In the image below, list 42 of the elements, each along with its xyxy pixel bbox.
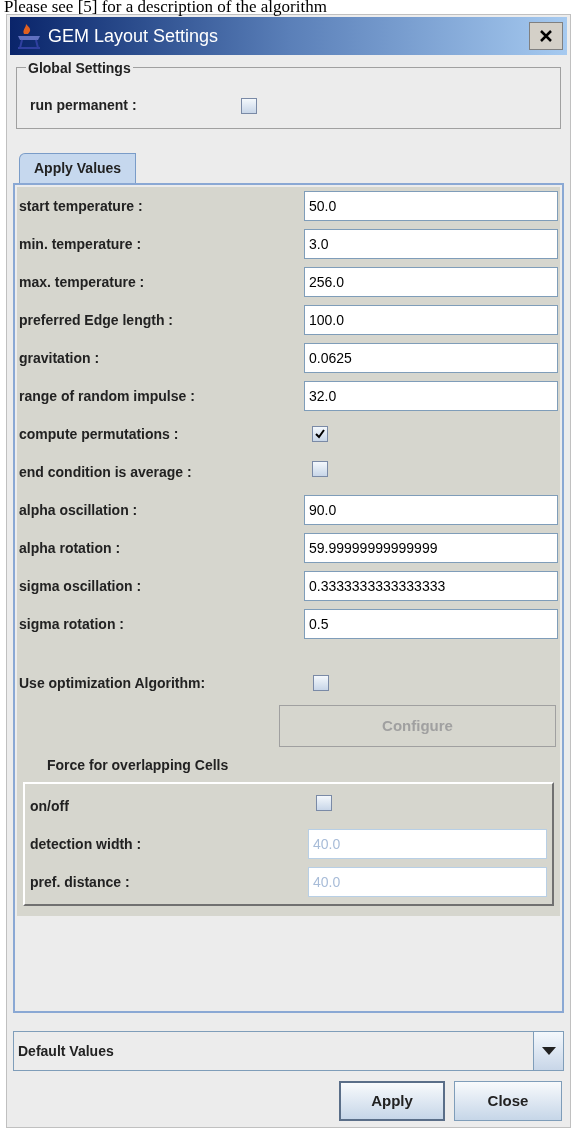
checkmark-icon <box>315 429 325 439</box>
field-label: gravitation : <box>19 348 101 368</box>
page-text: Please see [5] for a description of the algorithm <box>3 0 328 14</box>
text-field[interactable]: 90.0 <box>304 495 558 525</box>
dialog-button[interactable]: Apply <box>339 1081 445 1121</box>
field-label: preferred Edge length : <box>19 310 175 330</box>
close-icon <box>539 29 553 43</box>
text-field[interactable]: 3.0 <box>304 229 558 259</box>
group-title: Force for overlapping Cells <box>46 756 230 775</box>
field-label: run permanent : <box>30 96 138 115</box>
text-field[interactable]: 0.3333333333333333 <box>304 571 558 601</box>
field-label: sigma oscillation : <box>19 576 143 596</box>
field-label: compute permutations : <box>19 424 180 444</box>
field-label: min. temperature : <box>19 234 143 254</box>
field-label: range of random impulse : <box>19 386 196 406</box>
field-label: on/off <box>30 796 70 816</box>
text-field[interactable]: 50.0 <box>304 191 558 221</box>
tab[interactable]: Apply Values <box>19 153 137 183</box>
field-label: alpha rotation : <box>19 538 122 558</box>
preset-dropdown[interactable]: Default Values <box>13 1031 564 1071</box>
field-label: Use optimization Algorithm: <box>19 673 207 693</box>
field-label: sigma rotation : <box>19 614 125 634</box>
field-label: end condition is average : <box>19 462 193 482</box>
checkbox[interactable] <box>312 426 328 442</box>
text-field[interactable]: 0.5 <box>304 609 558 639</box>
field-label: start temperature : <box>19 196 144 216</box>
dialog-button[interactable]: Close <box>454 1081 562 1121</box>
text-field[interactable]: 0.0625 <box>304 343 558 373</box>
checkbox[interactable] <box>241 97 257 114</box>
text-field[interactable]: 32.0 <box>304 381 558 411</box>
checkbox[interactable] <box>316 795 332 811</box>
checkbox[interactable] <box>312 461 328 477</box>
window-title: GEM Layout Settings <box>48 24 220 48</box>
field-label: alpha oscillation : <box>19 500 139 520</box>
checkbox[interactable] <box>313 675 329 691</box>
text-field[interactable]: 59.99999999999999 <box>304 533 558 563</box>
close-button[interactable] <box>529 22 563 50</box>
field-label: max. temperature : <box>19 272 146 292</box>
field-label: pref. distance : <box>30 872 131 892</box>
text-field[interactable]: 100.0 <box>304 305 558 335</box>
text-field[interactable]: 256.0 <box>304 267 558 297</box>
field-label: detection width : <box>30 834 143 854</box>
